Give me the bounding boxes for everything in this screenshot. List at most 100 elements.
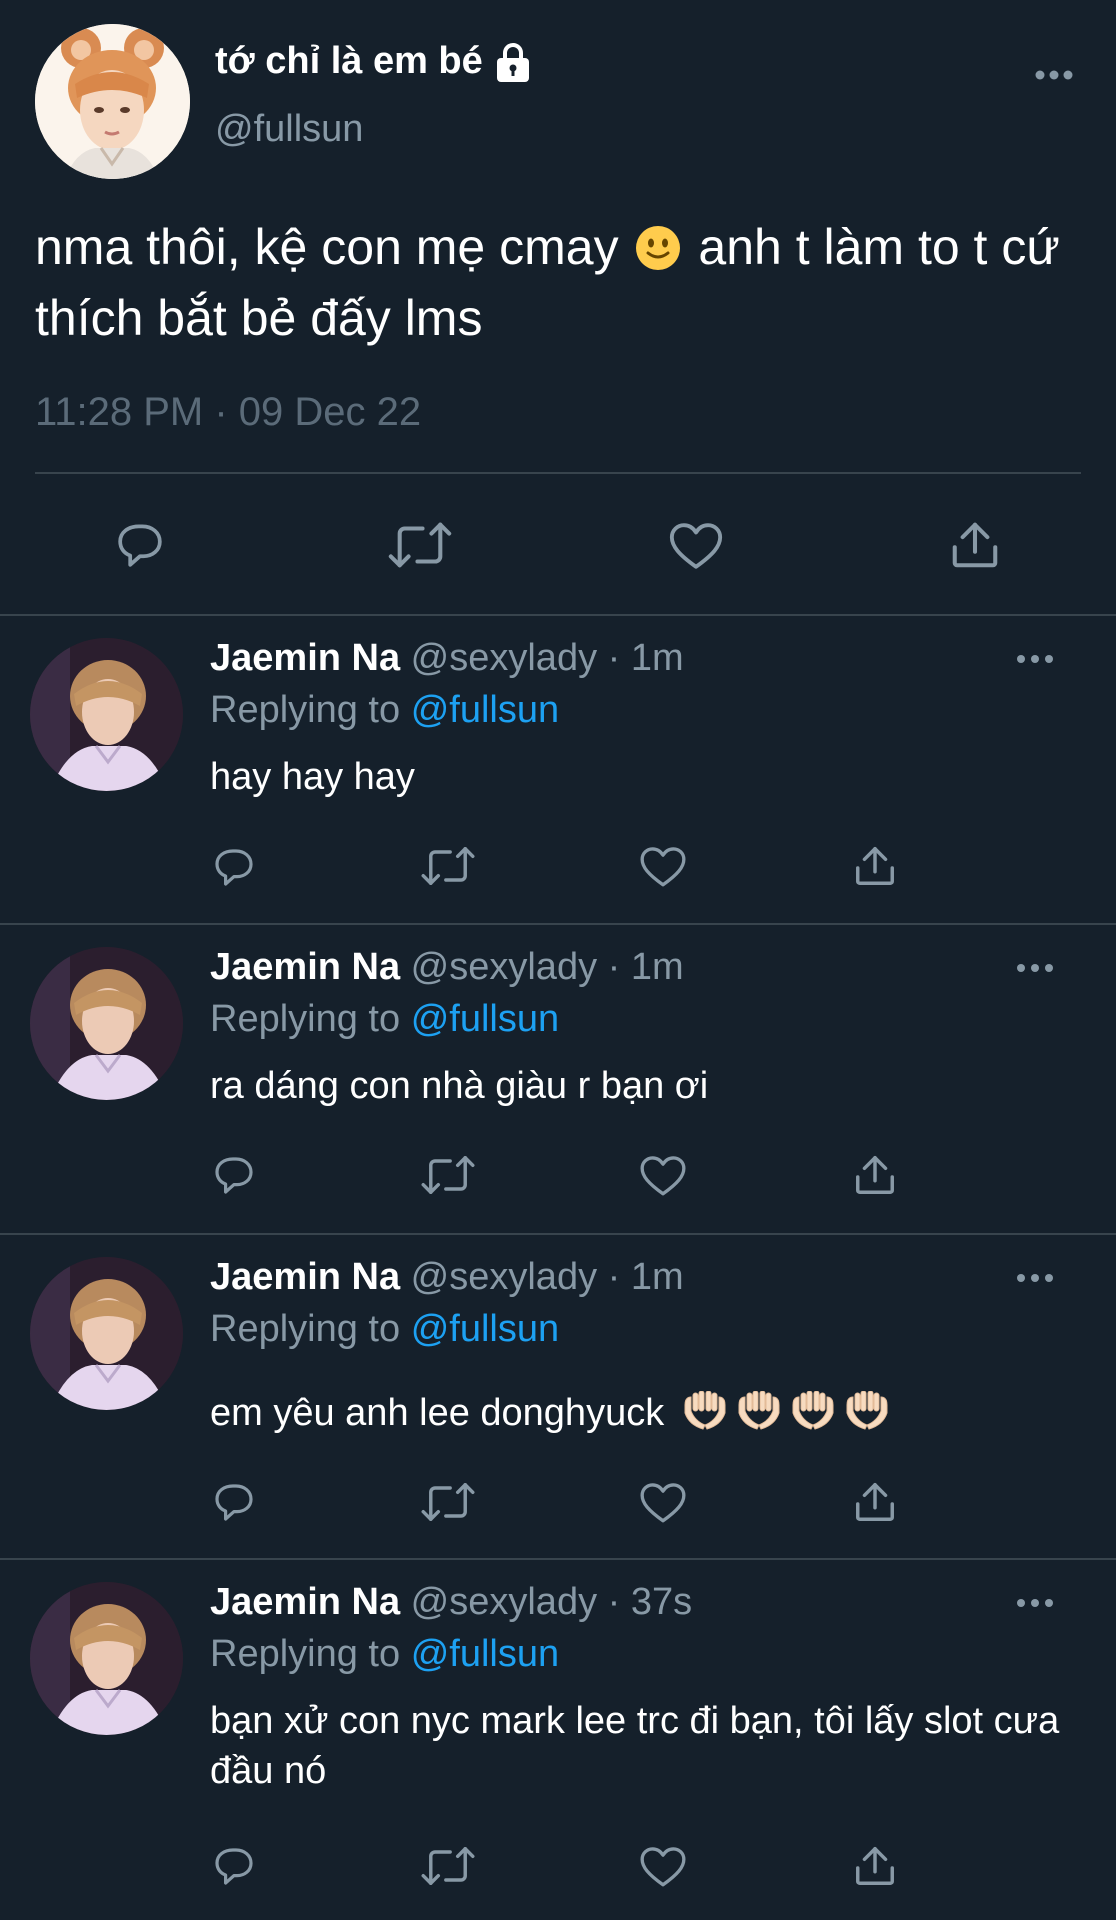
share-button[interactable] (852, 842, 898, 890)
heart-icon (640, 1847, 686, 1887)
share-icon (856, 847, 894, 885)
reply-text: em yêu anh lee donghyuck (210, 1388, 1060, 1444)
like-button[interactable] (666, 515, 726, 575)
tweet-text: nma thôi, kệ con mẹ cmay anh t làm to t … (35, 212, 1085, 354)
share-icon (856, 1483, 894, 1521)
reply-author-name[interactable]: Jaemin Na (210, 1581, 400, 1623)
reply-text-content: em yêu anh lee donghyuck (210, 1392, 665, 1434)
replying-to-mention[interactable]: @fullsun (411, 998, 559, 1040)
display-name-text: tớ chỉ là em bé (215, 40, 483, 82)
avatar-photo (30, 1582, 183, 1735)
reply-avatar[interactable] (30, 947, 183, 1100)
more-options-icon[interactable] (1034, 68, 1074, 82)
replying-to: Replying to @fullsun (210, 689, 559, 732)
reply-icon (118, 524, 162, 567)
more-options-icon[interactable] (1015, 1596, 1055, 1610)
reply-tweet[interactable]: Jaemin Na @sexylady · 1m Replying to @fu… (0, 1235, 1116, 1560)
share-icon (856, 1847, 894, 1885)
more-options-icon[interactable] (1015, 961, 1055, 975)
retweet-icon (421, 1847, 475, 1885)
share-button[interactable] (852, 1478, 898, 1526)
replying-to: Replying to @fullsun (210, 998, 559, 1041)
tweet-timestamp[interactable]: 11:28 PM · 09 Dec 22 (35, 390, 421, 435)
heart-icon (640, 847, 686, 887)
reply-header: Jaemin Na @sexylady · 37s (210, 1581, 692, 1624)
share-button[interactable] (852, 1151, 898, 1199)
retweet-button[interactable] (420, 1842, 476, 1890)
reply-handle-time[interactable]: @sexylady · 1m (411, 637, 684, 679)
reply-button[interactable] (210, 842, 258, 892)
share-button[interactable] (945, 515, 1005, 575)
reply-icon (215, 1157, 253, 1194)
like-button[interactable] (638, 1151, 688, 1199)
reply-author-name[interactable]: Jaemin Na (210, 637, 400, 679)
reply-button[interactable] (210, 1151, 258, 1199)
reply-icon (215, 849, 253, 886)
replying-to-prefix: Replying to (210, 1633, 401, 1675)
reply-handle-time[interactable]: @sexylady · 1m (411, 1256, 684, 1298)
reply-header: Jaemin Na @sexylady · 1m (210, 946, 684, 989)
retweet-button[interactable] (420, 842, 476, 890)
reply-tweet[interactable]: Jaemin Na @sexylady · 37s Replying to @f… (0, 1560, 1116, 1920)
reply-handle-time[interactable]: @sexylady · 37s (411, 1581, 692, 1623)
like-button[interactable] (638, 1478, 688, 1526)
retweet-button[interactable] (420, 1478, 476, 1526)
main-tweet: tớ chỉ là em bé @fullsun nma thôi, kệ co… (0, 0, 1116, 616)
avatar-photo (30, 1257, 183, 1410)
retweet-icon (421, 1156, 475, 1194)
replying-to-prefix: Replying to (210, 998, 401, 1040)
lock-icon (496, 42, 529, 82)
avatar-photo (30, 638, 183, 791)
reply-tweet[interactable]: Jaemin Na @sexylady · 1m Replying to @fu… (0, 925, 1116, 1235)
tweet-text-part1: nma thôi, kệ con mẹ cmay (35, 219, 619, 275)
palms-up-together-icon (684, 1390, 888, 1430)
retweet-icon (421, 847, 475, 885)
slightly-smiling-face-icon (636, 226, 681, 270)
replying-to: Replying to @fullsun (210, 1633, 559, 1676)
reply-handle-time[interactable]: @sexylady · 1m (411, 946, 684, 988)
main-handle[interactable]: @fullsun (215, 108, 363, 151)
reply-icon (215, 1848, 253, 1885)
more-options-icon[interactable] (1015, 1271, 1055, 1285)
like-button[interactable] (638, 842, 688, 890)
replying-to-prefix: Replying to (210, 689, 401, 731)
retweet-icon (388, 522, 452, 568)
reply-avatar[interactable] (30, 1257, 183, 1410)
main-avatar[interactable] (35, 24, 190, 179)
heart-icon (640, 1483, 686, 1523)
reply-author-name[interactable]: Jaemin Na (210, 946, 400, 988)
reply-button[interactable] (210, 1842, 258, 1890)
replying-to-mention[interactable]: @fullsun (411, 1308, 559, 1350)
reply-text: hay hay hay (210, 756, 415, 798)
reply-button[interactable] (110, 515, 170, 575)
main-display-name[interactable]: tớ chỉ là em bé (215, 40, 533, 83)
replying-to-mention[interactable]: @fullsun (411, 1633, 559, 1675)
reply-tweet[interactable]: Jaemin Na @sexylady · 1m Replying to @fu… (0, 616, 1116, 925)
more-options-icon[interactable] (1015, 652, 1055, 666)
replying-to-prefix: Replying to (210, 1308, 401, 1350)
reply-text: ra dáng con nhà giàu r bạn ơi (210, 1065, 709, 1107)
reply-button[interactable] (210, 1478, 258, 1526)
reply-author-name[interactable]: Jaemin Na (210, 1256, 400, 1298)
reply-header: Jaemin Na @sexylady · 1m (210, 1256, 684, 1299)
share-icon (952, 522, 998, 568)
palms-up-together-emojis (683, 1390, 893, 1444)
share-button[interactable] (852, 1842, 898, 1890)
divider (35, 472, 1081, 474)
replying-to: Replying to @fullsun (210, 1308, 559, 1351)
like-button[interactable] (638, 1842, 688, 1890)
heart-icon (669, 523, 723, 569)
avatar-photo (30, 947, 183, 1100)
share-icon (856, 1156, 894, 1194)
retweet-icon (421, 1483, 475, 1521)
reply-header: Jaemin Na @sexylady · 1m (210, 637, 684, 680)
retweet-button[interactable] (385, 515, 455, 575)
retweet-button[interactable] (420, 1151, 476, 1199)
avatar-photo (35, 24, 190, 179)
reply-text: bạn xử con nyc mark lee trc đi bạn, tôi … (210, 1700, 1060, 1792)
reply-icon (215, 1484, 253, 1521)
reply-avatar[interactable] (30, 1582, 183, 1735)
heart-icon (640, 1156, 686, 1196)
reply-avatar[interactable] (30, 638, 183, 791)
replying-to-mention[interactable]: @fullsun (411, 689, 559, 731)
